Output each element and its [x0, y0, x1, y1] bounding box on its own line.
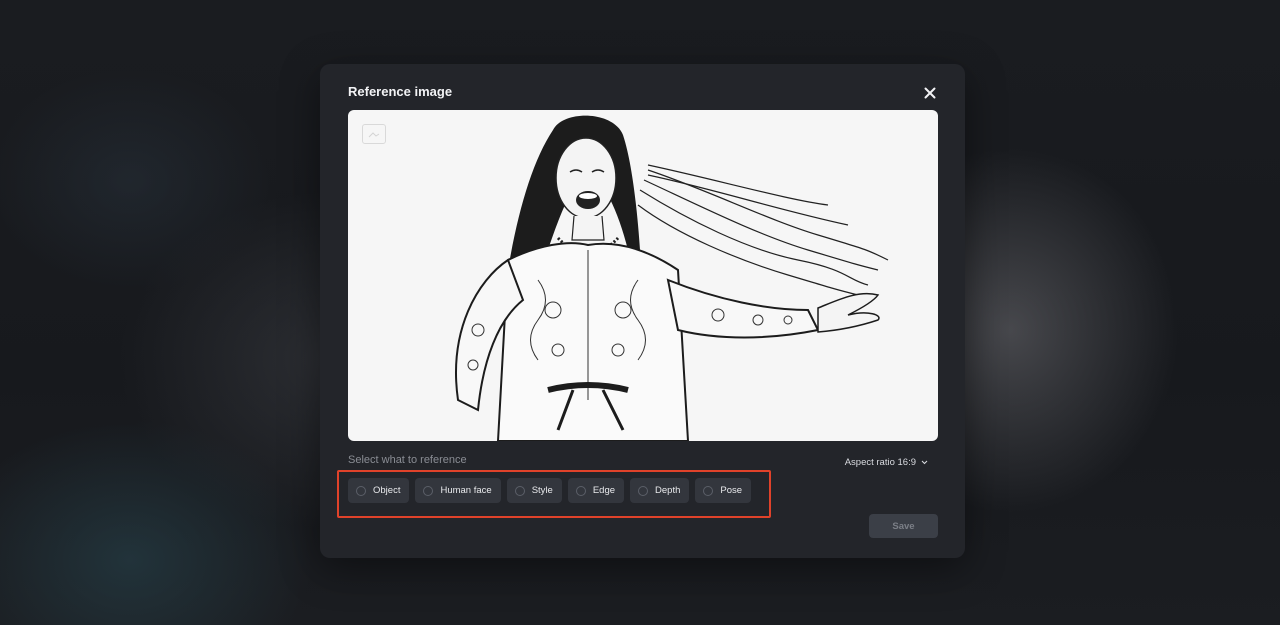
- option-object[interactable]: Object: [348, 478, 410, 503]
- reference-options: Object Human face Style Edge Depth Pose: [348, 478, 752, 503]
- select-reference-label: Select what to reference: [348, 454, 467, 466]
- image-icon: [362, 124, 386, 144]
- option-label: Object: [373, 485, 401, 496]
- option-human-face[interactable]: Human face: [415, 478, 501, 503]
- radio-icon: [638, 485, 649, 496]
- radio-icon: [703, 485, 714, 496]
- option-pose[interactable]: Pose: [695, 478, 752, 503]
- close-icon: [924, 87, 936, 99]
- option-label: Depth: [655, 485, 681, 496]
- option-depth[interactable]: Depth: [630, 478, 690, 503]
- radio-icon: [356, 485, 366, 496]
- aspect-ratio-label: Aspect ratio 16:9: [844, 457, 916, 468]
- option-label: Edge: [592, 485, 616, 496]
- option-label: Human face: [440, 485, 492, 496]
- sketch-illustration: [455, 115, 889, 441]
- option-label: Style: [531, 485, 553, 496]
- radio-icon: [423, 485, 434, 496]
- close-button[interactable]: [921, 84, 939, 102]
- option-label: Pose: [720, 485, 743, 496]
- radio-icon: [575, 485, 586, 496]
- chevron-down-icon: [921, 460, 928, 465]
- reference-image: [348, 110, 938, 441]
- radio-icon: [514, 485, 525, 496]
- reference-image-dialog: Reference image Select what to reference…: [320, 64, 965, 558]
- option-style[interactable]: Style: [506, 478, 562, 503]
- dialog-title: Reference image: [348, 84, 453, 99]
- option-edge[interactable]: Edge: [567, 478, 625, 503]
- save-button[interactable]: Save: [869, 514, 938, 538]
- aspect-ratio-dropdown[interactable]: Aspect ratio 16:9: [845, 457, 929, 468]
